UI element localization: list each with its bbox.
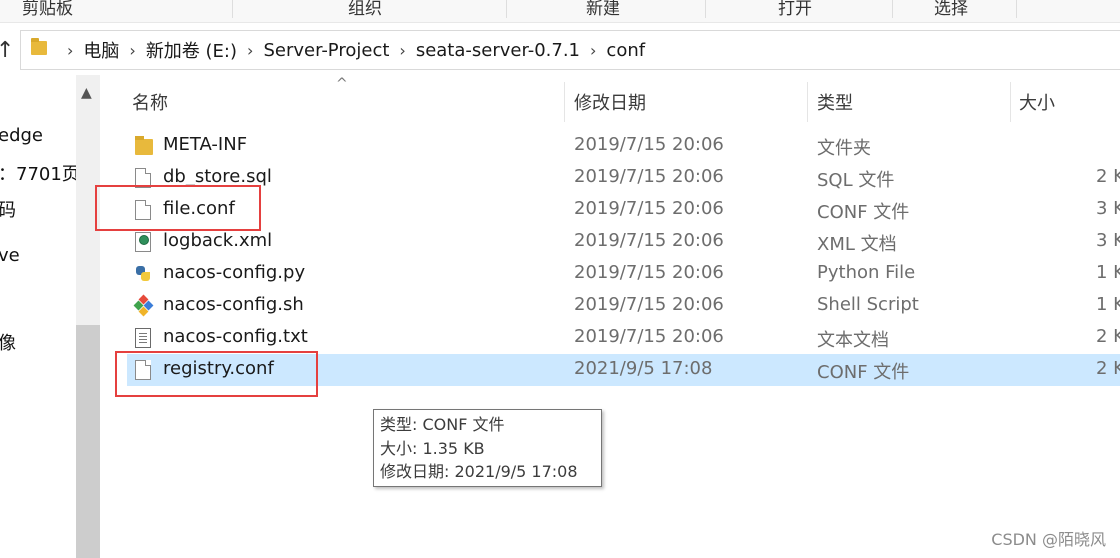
scroll-up-icon[interactable]: ▲ [81, 85, 92, 101]
nav-item[interactable]: ：7701页 [0, 160, 76, 186]
folder-icon [135, 136, 153, 155]
file-date: 2019/7/15 20:06 [574, 262, 724, 283]
nav-item[interactable]: edge [0, 125, 43, 146]
file-size: 3 K [1096, 198, 1120, 219]
file-date: 2019/7/15 20:06 [574, 134, 724, 155]
chevron-right-icon[interactable]: › [67, 41, 73, 60]
tooltip-type: 类型: CONF 文件 [380, 415, 505, 434]
file-type: 文件夹 [817, 138, 871, 159]
highlight-box-file-conf [95, 185, 261, 231]
file-size: 1 K [1096, 294, 1120, 315]
file-type: 文本文档 [817, 330, 889, 351]
text-file-icon [135, 328, 151, 348]
column-divider[interactable] [1010, 82, 1011, 122]
column-divider[interactable] [564, 82, 565, 122]
navigation-scrollbar[interactable]: ▲ [76, 75, 100, 558]
file-row[interactable]: nacos-config.py 2019/7/15 20:06 Python F… [127, 258, 1120, 290]
breadcrumb-item-drive[interactable]: 新加卷 (E:) [146, 37, 237, 63]
file-row[interactable]: nacos-config.sh 2019/7/15 20:06 Shell Sc… [127, 290, 1120, 322]
nav-item[interactable]: 码 [0, 196, 16, 222]
column-header-name[interactable]: 名称 [132, 78, 168, 126]
file-row[interactable]: db_store.sql 2019/7/15 20:06 SQL 文件 2 K [127, 162, 1120, 194]
sort-ascending-icon: ^ [336, 76, 348, 92]
ribbon-group-clipboard[interactable]: 剪贴板 [22, 0, 73, 19]
chevron-right-icon[interactable]: › [590, 41, 596, 60]
nav-item[interactable]: ve [0, 245, 20, 266]
file-size: 2 K [1096, 326, 1120, 347]
file-name: logback.xml [163, 230, 273, 251]
ribbon-divider [506, 0, 507, 18]
watermark: CSDN @陌晓风 [991, 530, 1106, 549]
ribbon-group-new[interactable]: 新建 [586, 0, 620, 19]
file-type: CONF 文件 [817, 362, 910, 383]
ribbon-divider [1016, 0, 1017, 18]
up-arrow-icon[interactable]: ↑ [0, 38, 14, 63]
ribbon-group-organize[interactable]: 组织 [348, 0, 382, 19]
xml-file-icon [135, 232, 151, 252]
file-size: 1 K [1096, 262, 1120, 283]
file-date: 2021/9/5 17:08 [574, 358, 713, 379]
address-bar[interactable]: › 电脑 › 新加卷 (E:) › Server-Project › seata… [20, 30, 1120, 70]
python-file-icon [135, 264, 151, 284]
file-name: META-INF [163, 134, 248, 155]
scrollbar-thumb[interactable] [76, 325, 100, 558]
file-row[interactable]: META-INF 2019/7/15 20:06 文件夹 [127, 130, 1120, 162]
file-date: 2019/7/15 20:06 [574, 166, 724, 187]
column-header-type[interactable]: 类型 [817, 78, 853, 126]
file-name: nacos-config.sh [163, 294, 304, 315]
nav-item[interactable]: 像 [0, 329, 16, 355]
breadcrumb-item-computer[interactable]: 电脑 [83, 37, 119, 63]
file-type: Shell Script [817, 294, 919, 315]
shell-script-icon [133, 294, 154, 317]
file-type: CONF 文件 [817, 202, 910, 223]
ribbon-group-select[interactable]: 选择 [934, 0, 968, 19]
breadcrumb-item-server-project[interactable]: Server-Project [263, 40, 389, 61]
file-type: Python File [817, 262, 916, 283]
file-row[interactable]: nacos-config.txt 2019/7/15 20:06 文本文档 2 … [127, 322, 1120, 354]
file-info-tooltip: 类型: CONF 文件 大小: 1.35 KB 修改日期: 2021/9/5 1… [373, 409, 602, 487]
file-date: 2019/7/15 20:06 [574, 230, 724, 251]
column-header-size[interactable]: 大小 [1019, 78, 1055, 126]
tooltip-size: 大小: 1.35 KB [380, 438, 485, 458]
file-size: 2 K [1096, 358, 1120, 379]
file-size: 3 K [1096, 230, 1120, 251]
ribbon-divider [705, 0, 706, 18]
chevron-right-icon[interactable]: › [247, 41, 253, 60]
file-row[interactable]: logback.xml 2019/7/15 20:06 XML 文档 3 K [127, 226, 1120, 258]
ribbon-divider [892, 0, 893, 18]
ribbon-group-open[interactable]: 打开 [778, 0, 812, 19]
file-type: XML 文档 [817, 234, 897, 255]
address-row: ↑ › 电脑 › 新加卷 (E:) › Server-Project › sea… [0, 26, 1120, 74]
file-date: 2019/7/15 20:06 [574, 294, 724, 315]
file-name: nacos-config.py [163, 262, 306, 283]
file-name: db_store.sql [163, 166, 272, 187]
file-name: nacos-config.txt [163, 326, 308, 347]
folder-icon [31, 38, 47, 55]
chevron-right-icon[interactable]: › [129, 41, 135, 60]
breadcrumb-item-seata-server[interactable]: seata-server-0.7.1 [416, 40, 580, 61]
column-divider[interactable] [807, 82, 808, 122]
file-date: 2019/7/15 20:06 [574, 326, 724, 347]
breadcrumb: › 电脑 › 新加卷 (E:) › Server-Project › seata… [57, 31, 645, 69]
highlight-box-registry-conf [115, 351, 318, 397]
file-row[interactable]: file.conf 2019/7/15 20:06 CONF 文件 3 K [127, 194, 1120, 226]
chevron-right-icon[interactable]: › [399, 41, 405, 60]
ribbon-bar: 剪贴板 组织 新建 打开 选择 [0, 0, 1120, 23]
navigation-pane: edge ：7701页 码 ve 像 [0, 75, 76, 558]
file-size: 2 K [1096, 166, 1120, 187]
column-header-date[interactable]: 修改日期 [574, 78, 646, 126]
breadcrumb-item-conf[interactable]: conf [606, 40, 645, 61]
ribbon-divider [232, 0, 233, 18]
file-type: SQL 文件 [817, 170, 895, 191]
file-date: 2019/7/15 20:06 [574, 198, 724, 219]
tooltip-modified: 修改日期: 2021/9/5 17:08 [380, 462, 578, 481]
